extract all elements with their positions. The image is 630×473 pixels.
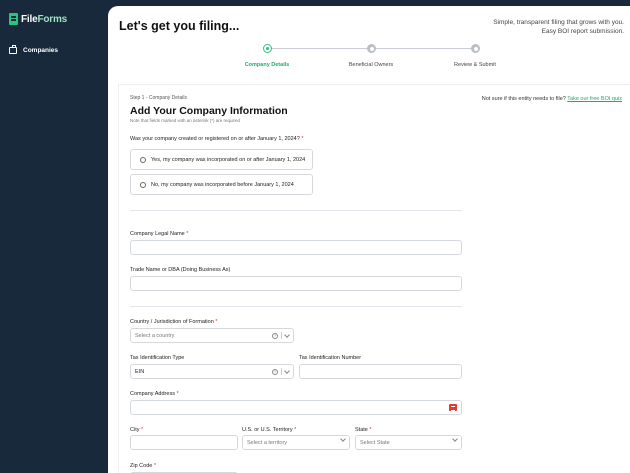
company-address-label: Company Address * (130, 391, 179, 397)
chevron-down-icon (340, 436, 346, 442)
step-indicator-company-details[interactable] (263, 44, 272, 53)
territory-select[interactable]: Select a territory (242, 435, 350, 450)
section-divider (130, 306, 462, 307)
step-label-company-details[interactable]: Company Details (245, 62, 290, 68)
chevron-down-icon (284, 367, 290, 374)
chevron-down-icon (284, 331, 290, 338)
map-pin-icon[interactable] (449, 404, 457, 411)
step-label-review-submit[interactable]: Review & Submit (454, 62, 496, 68)
form-title: Add Your Company Information (130, 105, 288, 117)
radio-button-icon[interactable] (140, 156, 146, 163)
city-label: City * (130, 427, 144, 433)
sidebar-item-label: Companies (23, 47, 59, 54)
sidebar: FileForms Companies (0, 0, 108, 473)
step-label-beneficial-owners[interactable]: Beneficial Owners (349, 62, 393, 68)
state-select[interactable]: Select State (355, 435, 462, 450)
quiz-prompt: Not sure if this entity needs to file? T… (481, 96, 622, 102)
required-note: Note that fields marked with an asterisk… (130, 118, 241, 123)
company-address-input[interactable] (130, 400, 462, 415)
sidebar-item-companies[interactable]: Companies (9, 45, 59, 54)
page-title: Let's get you filing... (119, 19, 240, 33)
radio-incorporated-after-2024[interactable]: Yes, my company was incorporated on or a… (130, 149, 313, 170)
boi-quiz-link[interactable]: Take our free BOI quiz (567, 96, 622, 102)
company-legal-name-input[interactable] (130, 240, 462, 255)
chevron-down-icon (452, 436, 458, 442)
breadcrumb: Step 1 - Company Details (130, 95, 187, 101)
country-select[interactable]: Select a country ? (130, 328, 294, 343)
territory-label: U.S. or U.S. Territory * (242, 427, 297, 433)
tax-id-type-select[interactable]: EIN ? (130, 364, 294, 379)
legal-name-label: Company Legal Name * (130, 231, 189, 237)
tax-id-number-label: Tax Identification Number (299, 355, 362, 361)
section-divider (130, 210, 462, 211)
zip-code-label: Zip Code * (130, 463, 156, 469)
country-label: Country / Jurisdiction of Formation * (130, 319, 218, 325)
city-input[interactable] (130, 435, 238, 450)
stepper-connector (271, 48, 371, 49)
briefcase-icon (9, 45, 17, 54)
tagline: Simple, transparent filing that grows wi… (493, 19, 624, 35)
tax-id-number-input[interactable] (299, 364, 462, 379)
main-panel: Let's get you filing... Simple, transpar… (108, 6, 630, 473)
select-separator (281, 368, 282, 375)
stepper-connector (376, 48, 476, 49)
step-indicator-review-submit[interactable] (471, 44, 480, 53)
trade-name-input[interactable] (130, 276, 462, 291)
brand-logo[interactable]: FileForms (9, 13, 67, 25)
tax-id-type-label: Tax Identification Type (130, 355, 185, 361)
help-icon[interactable]: ? (272, 332, 278, 339)
company-info-form: Step 1 - Company Details Add Your Compan… (118, 84, 630, 473)
brand-name: FileForms (21, 13, 67, 25)
select-separator (281, 332, 282, 339)
trade-name-label: Trade Name or DBA (Doing Business As) (130, 267, 231, 273)
incorporation-question: Was your company created or registered o… (130, 136, 304, 142)
radio-button-icon[interactable] (140, 181, 146, 188)
file-forms-logo-icon (9, 13, 18, 25)
step-indicator-beneficial-owners[interactable] (367, 44, 376, 53)
help-icon[interactable]: ? (272, 368, 278, 375)
state-label: State * (355, 427, 372, 433)
radio-incorporated-before-2024[interactable]: No, my company was incorporated before J… (130, 174, 313, 195)
